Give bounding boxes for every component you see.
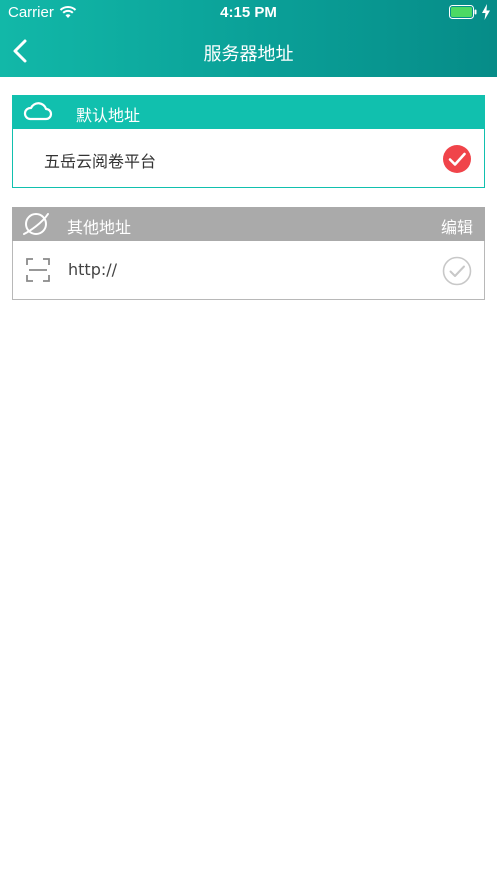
edit-button[interactable]: 编辑	[441, 214, 473, 238]
default-address-header: 默认地址	[12, 95, 485, 129]
default-address-section: 默认地址 五岳云阅卷平台	[12, 95, 485, 188]
app-header: Carrier 4:15 PM 服务器地址	[0, 0, 497, 77]
check-circle-filled-icon[interactable]	[442, 144, 472, 174]
default-address-text: 五岳云阅卷平台	[44, 152, 157, 171]
other-address-header: 其他地址 编辑	[12, 207, 485, 241]
planet-icon	[23, 213, 49, 235]
other-address-text: http://	[68, 260, 118, 279]
status-time: 4:15 PM	[220, 4, 277, 21]
scan-icon	[26, 258, 50, 282]
default-address-label: 默认地址	[76, 106, 141, 125]
page-title: 服务器地址	[203, 44, 294, 65]
nav-bar: 服务器地址	[0, 26, 497, 77]
charging-bolt-icon	[482, 4, 490, 20]
default-address-item[interactable]: 五岳云阅卷平台	[12, 129, 485, 188]
cloud-icon	[23, 102, 53, 121]
other-address-section: 其他地址 编辑 http://	[12, 207, 485, 300]
battery-icon	[449, 5, 477, 19]
status-bar: Carrier 4:15 PM	[0, 0, 497, 26]
other-address-item[interactable]: http://	[12, 241, 485, 300]
other-address-label: 其他地址	[67, 218, 132, 237]
check-circle-outline-icon[interactable]	[442, 256, 472, 286]
